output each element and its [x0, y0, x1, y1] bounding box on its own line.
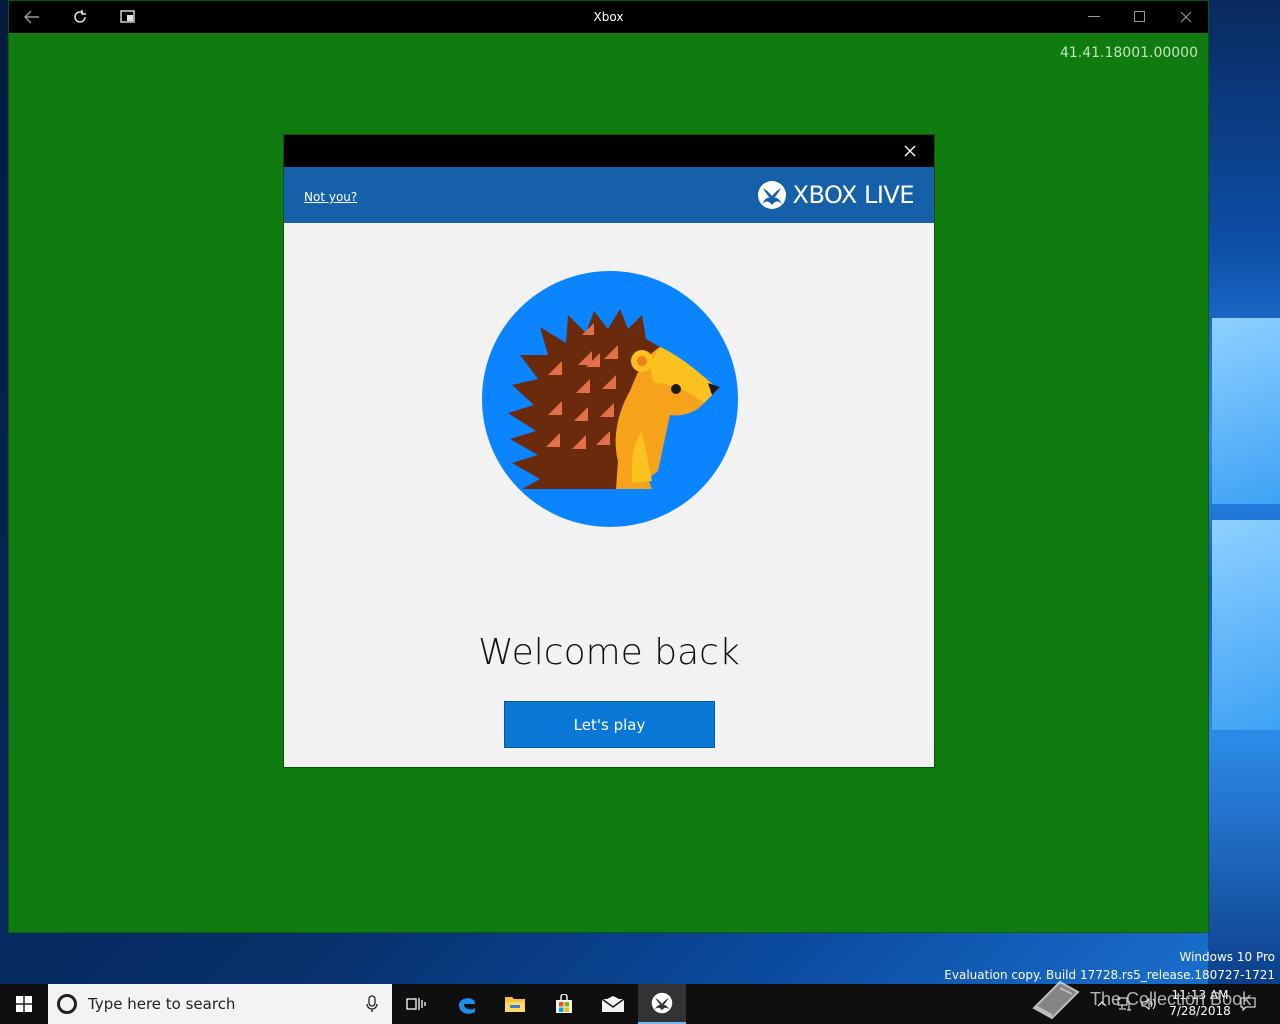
xbox-app-window: Xbox 41.41.18001.00000 Not you? XBOX LIV…	[8, 0, 1209, 933]
close-icon	[904, 145, 916, 157]
store-icon	[556, 994, 572, 1013]
window-title: Xbox	[593, 10, 624, 24]
microphone-icon[interactable]	[366, 995, 378, 1013]
file-explorer-button[interactable]	[491, 984, 539, 1024]
minimize-button[interactable]	[1071, 1, 1117, 33]
dialog-close-button[interactable]	[900, 141, 920, 161]
refresh-button[interactable]	[57, 1, 103, 33]
welcome-dialog: Not you? XBOX LIVE Welcome back Let's pl…	[284, 135, 934, 767]
desktop-wallpaper	[1208, 0, 1280, 984]
windows-logo-icon	[16, 996, 32, 1012]
xbox-taskbar-button[interactable]	[638, 984, 686, 1024]
wallpaper-pane	[1212, 520, 1280, 730]
mail-icon	[601, 996, 625, 1012]
xbox-live-header: Not you? XBOX LIVE	[284, 167, 934, 223]
edge-button[interactable]	[443, 984, 491, 1024]
minimize-icon	[1088, 16, 1100, 17]
compact-overlay-button[interactable]	[105, 1, 151, 33]
dialog-topbar	[284, 135, 934, 167]
gamer-avatar	[482, 271, 738, 527]
file-explorer-icon	[505, 997, 525, 1012]
back-icon	[24, 10, 39, 24]
task-view-button[interactable]	[392, 984, 440, 1024]
book-icon	[1032, 980, 1080, 1020]
xbox-live-logo: XBOX LIVE	[757, 179, 915, 211]
xbox-live-wordmark: XBOX LIVE	[792, 181, 915, 209]
xbox-icon	[651, 992, 673, 1014]
search-placeholder: Type here to search	[88, 995, 236, 1013]
welcome-heading: Welcome back	[478, 632, 740, 673]
start-button[interactable]	[0, 984, 48, 1024]
wallpaper-pane	[1212, 318, 1280, 504]
refresh-icon	[74, 10, 86, 23]
xbox-sphere-icon	[757, 181, 786, 209]
maximize-icon	[1134, 11, 1145, 22]
compact-overlay-icon	[120, 10, 135, 23]
edge-icon	[459, 998, 475, 1014]
task-view-icon	[406, 998, 426, 1010]
collection-book-watermark: The Collection Book	[1030, 978, 1251, 1020]
close-button[interactable]	[1163, 1, 1209, 33]
maximize-button[interactable]	[1117, 1, 1163, 33]
mail-button[interactable]	[589, 984, 637, 1024]
window-titlebar[interactable]: Xbox	[9, 1, 1208, 33]
store-button[interactable]	[540, 984, 588, 1024]
cortana-icon	[57, 994, 77, 1014]
not-you-link[interactable]: Not you?	[304, 190, 357, 204]
back-button[interactable]	[9, 1, 55, 33]
collection-book-text: The Collection Book	[1090, 988, 1252, 1009]
taskbar-search-box[interactable]: Type here to search	[48, 984, 392, 1024]
close-icon	[1180, 11, 1192, 23]
windows-edition-watermark: Windows 10 Pro	[1179, 950, 1275, 964]
lets-play-button[interactable]: Let's play	[504, 701, 715, 748]
app-version: 41.41.18001.00000	[1059, 45, 1198, 61]
